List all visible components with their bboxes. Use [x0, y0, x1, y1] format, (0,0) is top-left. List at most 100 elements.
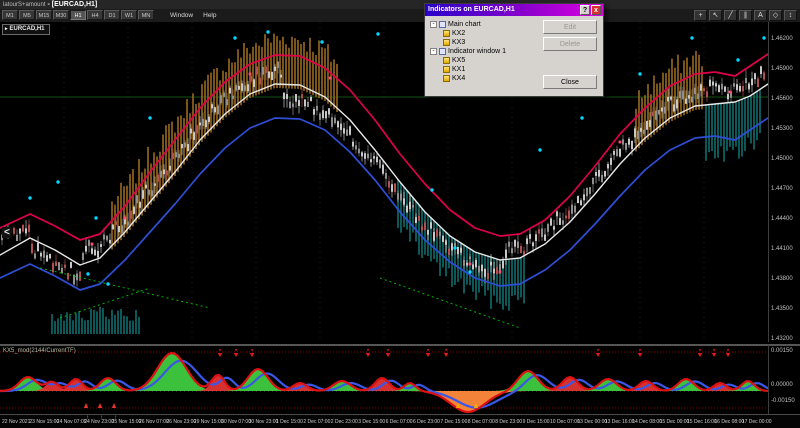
- signal-up-arrow-icon: ↑: [86, 415, 89, 421]
- price-axis-label: 1.45000: [771, 156, 793, 162]
- toolbar: M1 M5 M15 M30 H1 H4 D1 W1 MN Window Help + ↖ ╱ ∥ A ◇ ↕: [0, 9, 800, 23]
- time-axis-label: 15 Dec 00:00: [659, 419, 690, 425]
- chart-window-icon: [439, 48, 446, 55]
- tree-expander-icon[interactable]: -: [430, 21, 437, 28]
- timeframe-mn[interactable]: MN: [138, 10, 154, 20]
- timeframe-m15[interactable]: M15: [36, 10, 52, 20]
- price-axis-label: 1.44400: [771, 216, 793, 222]
- tree-item-label: KX1: [452, 66, 466, 73]
- time-axis-label: 6 Dec 23:00: [413, 419, 440, 425]
- tree-item-label: KX2: [452, 30, 466, 37]
- indicator-window[interactable]: KX5_mod(2144/CurrentTF): [0, 344, 773, 414]
- time-axis-label: 30 Nov 07:00: [221, 419, 251, 425]
- price-axis-label: 1.43500: [771, 306, 793, 312]
- indicator-icon: [443, 30, 450, 37]
- time-axis-label: 22 Nov 2021: [2, 419, 31, 425]
- time-axis-label: 26 Nov 23:00: [166, 419, 197, 425]
- signal-up-arrow-icon: ↑: [114, 415, 117, 421]
- time-axis-label: 3 Dec 15:00: [358, 419, 386, 425]
- time-axis-label: 17 Dec 00:00: [741, 419, 772, 425]
- titlebar: latourS+amount - [EURCAD,H1]: [0, 0, 800, 9]
- symbol-tab-label: EURCAD,H1: [9, 26, 45, 32]
- chart-window-icon: [439, 21, 446, 28]
- price-axis-label: 1.44700: [771, 186, 793, 192]
- time-axis-label: 8 Dec 07:00: [467, 419, 495, 425]
- tree-item-kx1[interactable]: KX1: [430, 65, 542, 74]
- time-axis-label: 24 Nov 07:00: [56, 419, 87, 425]
- time-axis-label: 9 Dec 15:00: [522, 419, 550, 425]
- timeframe-h1[interactable]: H1: [70, 10, 86, 20]
- symbol-tab[interactable]: ▸ EURCAD,H1: [2, 24, 50, 35]
- dialog-title: Indicators on EURCAD,H1: [428, 6, 515, 13]
- price-axis[interactable]: 1.46200 1.45900 1.45600 1.45300 1.45000 1.447…: [768, 22, 800, 342]
- indicators-dialog: Indicators on EURCAD,H1 ? x - Main chart K…: [424, 3, 604, 97]
- price-axis-label: 1.43200: [771, 336, 793, 342]
- indicators-icon[interactable]: ↕: [784, 10, 797, 21]
- time-axis-label: 10 Dec 07:00: [550, 419, 580, 425]
- time-axis-label: 14 Dec 08:00: [632, 419, 662, 425]
- time-axis-label: 15 Dec 16:00: [687, 419, 717, 425]
- menu-help[interactable]: Help: [203, 9, 216, 22]
- dialog-help-button[interactable]: ?: [580, 5, 590, 15]
- time-axis-label: 13 Dec 16:00: [604, 419, 635, 425]
- timeframe-w1[interactable]: W1: [121, 10, 137, 20]
- mt4-window: latourS+amount - [EURCAD,H1] M1 M5 M15 M30 H…: [0, 0, 800, 428]
- time-axis-label: 13 Dec 00:00: [577, 419, 608, 425]
- time-axis-label: 23 Nov 15:00: [29, 419, 60, 425]
- timeframe-d1[interactable]: D1: [104, 10, 120, 20]
- tree-item-indicator-window-1[interactable]: - Indicator window 1: [430, 47, 542, 56]
- channel-icon[interactable]: ∥: [739, 10, 752, 21]
- indicator-icon: [443, 57, 450, 64]
- cursor-icon[interactable]: ↖: [709, 10, 722, 21]
- tree-item-main-chart[interactable]: - Main chart: [430, 20, 542, 29]
- indicator-canvas[interactable]: [0, 346, 773, 414]
- indicator-axis[interactable]: 0.00150 0.00000 -0.00150: [768, 344, 800, 414]
- tree-item-label: Main chart: [448, 21, 481, 28]
- price-axis-label: 1.45900: [771, 66, 793, 72]
- tree-item-label: Indicator window 1: [448, 48, 506, 55]
- price-axis-label: 1.43800: [771, 276, 793, 282]
- dialog-titlebar[interactable]: Indicators on EURCAD,H1 ? x: [425, 4, 603, 16]
- scroll-left-arrow[interactable]: <: [2, 227, 12, 238]
- price-axis-label: 1.46200: [771, 36, 793, 42]
- document-title: - [EURCAD,H1]: [45, 1, 98, 8]
- tree-item-kx2[interactable]: KX2: [430, 29, 542, 38]
- timeframe-m30[interactable]: M30: [53, 10, 69, 20]
- main-chart-canvas[interactable]: [0, 22, 769, 342]
- indicator-tree: - Main chart KX2 KX3 - Indicator window 1 KX5 K…: [430, 20, 542, 83]
- app-title: latourS+amount: [3, 2, 46, 8]
- time-axis[interactable]: 22 Nov 2021 23 Nov 15:00 24 Nov 07:00 24 No…: [0, 414, 800, 428]
- text-icon[interactable]: A: [754, 10, 767, 21]
- timeframe-m1[interactable]: M1: [2, 10, 18, 20]
- timeframe-toolbar: M1 M5 M15 M30 H1 H4 D1 W1 MN: [2, 10, 154, 20]
- tree-item-label: KX3: [452, 39, 466, 46]
- main-chart-area[interactable]: ▸ EURCAD,H1 <: [0, 22, 769, 342]
- time-axis-label: 29 Nov 15:00: [193, 419, 224, 425]
- close-button[interactable]: Close: [543, 75, 597, 89]
- shapes-icon[interactable]: ◇: [769, 10, 782, 21]
- timeframe-m5[interactable]: M5: [19, 10, 35, 20]
- indicator-axis-label: 0.00150: [771, 348, 793, 354]
- tree-expander-icon[interactable]: -: [430, 48, 437, 55]
- tree-item-kx5[interactable]: KX5: [430, 56, 542, 65]
- indicator-icon: [443, 66, 450, 73]
- price-axis-label: 1.45300: [771, 126, 793, 132]
- indicator-axis-label: 0.00000: [771, 382, 793, 388]
- time-axis-label: 26 Nov 07:00: [139, 419, 169, 425]
- tree-item-kx4[interactable]: KX4: [430, 74, 542, 83]
- crosshair-icon[interactable]: +: [694, 10, 707, 21]
- time-axis-label: 8 Dec 23:00: [495, 419, 523, 425]
- delete-button[interactable]: Delete: [543, 37, 597, 51]
- trendline-icon[interactable]: ╱: [724, 10, 737, 21]
- dialog-close-x-button[interactable]: x: [591, 5, 601, 15]
- indicator-icon: [443, 39, 450, 46]
- indicator-icon: [443, 75, 450, 82]
- signal-up-arrow-icon: ↑: [100, 415, 103, 421]
- timeframe-h4[interactable]: H4: [87, 10, 103, 20]
- menu-window[interactable]: Window: [170, 9, 193, 22]
- time-axis-label: 1 Dec 15:00: [276, 419, 303, 425]
- indicator-axis-label: -0.00150: [771, 398, 795, 404]
- tree-item-kx3[interactable]: KX3: [430, 38, 542, 47]
- price-axis-label: 1.44100: [771, 246, 793, 252]
- edit-button[interactable]: Edit: [543, 20, 597, 34]
